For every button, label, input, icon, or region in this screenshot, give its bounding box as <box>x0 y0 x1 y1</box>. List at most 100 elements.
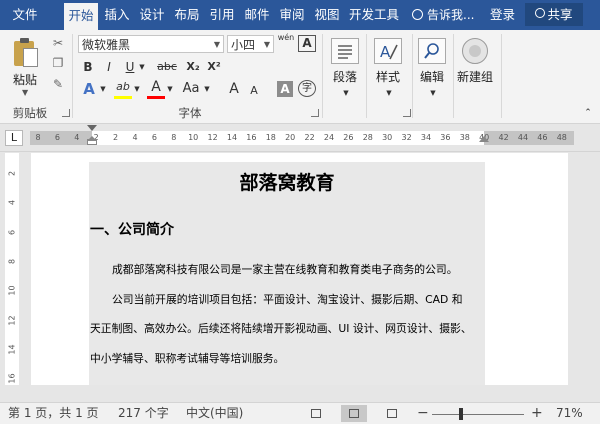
ruler-mark: 6 <box>54 133 60 142</box>
magnifier-icon[interactable] <box>418 38 446 64</box>
zoom-level[interactable]: 71% <box>556 405 583 422</box>
word-count[interactable]: 217 个字 <box>118 405 169 422</box>
format-painter-icon[interactable]: ✎ <box>50 76 66 92</box>
italic-button[interactable]: I <box>101 58 117 76</box>
page-gap <box>0 385 600 402</box>
subscript-button[interactable]: X₂ <box>184 58 202 76</box>
paste-dropdown-icon[interactable]: ▼ <box>22 88 28 97</box>
change-case-button[interactable]: Aa <box>180 80 202 98</box>
login-link[interactable]: 登录 <box>490 4 515 26</box>
doc-paragraph-2-line-3: 中小学辅导、职称考试辅导等培训服务。 <box>90 352 285 365</box>
font-color-dropdown-icon[interactable]: ▼ <box>166 80 174 98</box>
font-size-dropdown-icon[interactable]: ▼ <box>264 36 270 54</box>
character-shading-button[interactable]: A <box>277 81 293 97</box>
cut-icon[interactable]: ✂ <box>50 35 66 51</box>
font-size-box[interactable]: 小四 ▼ <box>227 35 274 53</box>
bold-button[interactable]: B <box>80 58 96 76</box>
text-effects-button[interactable]: A <box>80 80 98 98</box>
tab-review[interactable]: 审阅 <box>276 4 308 26</box>
tab-insert[interactable]: 插入 <box>101 4 133 26</box>
ruler-mark: 22 <box>304 133 315 142</box>
new-group-button[interactable]: 新建组 <box>455 68 495 85</box>
font-color-button[interactable]: A <box>147 78 165 96</box>
tab-references[interactable]: 引用 <box>206 4 238 26</box>
vertical-ruler-mark: 12 <box>7 314 17 326</box>
character-border-button[interactable]: A <box>298 35 316 52</box>
editing-dropdown-icon[interactable]: ▼ <box>428 84 438 102</box>
zoom-slider-track[interactable] <box>432 414 524 415</box>
phonetic-guide-button[interactable]: wén <box>276 33 296 51</box>
read-mode-icon <box>311 409 321 418</box>
paste-icon[interactable] <box>14 38 38 67</box>
zoom-slider-thumb[interactable] <box>459 408 463 420</box>
web-layout-icon <box>387 409 397 418</box>
paragraph-icon[interactable] <box>331 38 359 64</box>
tab-developer[interactable]: 开发工具 <box>346 4 402 26</box>
ruler-mark: 6 <box>151 133 157 142</box>
tell-me-text: 告诉我... <box>427 8 475 22</box>
enclose-character-button[interactable]: 字 <box>298 80 316 97</box>
hanging-indent-marker[interactable] <box>87 136 97 141</box>
superscript-button[interactable]: X² <box>205 58 223 76</box>
share-button[interactable]: 共享 <box>525 3 583 26</box>
highlight-button[interactable]: ab <box>114 78 132 96</box>
first-line-indent-marker[interactable] <box>87 125 97 131</box>
new-group-icon[interactable] <box>462 38 488 64</box>
vertical-ruler-mark: 8 <box>7 258 17 264</box>
shrink-font-button[interactable]: A <box>246 82 262 100</box>
horizontal-ruler[interactable]: 8 6 4 2 2 4 6 8 10 12 14 16 18 20 22 24 26 28 30 32 34 36 38 40… <box>30 131 574 145</box>
font-color-bar <box>147 96 165 99</box>
ruler-mark: 36 <box>440 133 451 142</box>
ruler-mark: 44 <box>517 133 529 142</box>
tab-design[interactable]: 设计 <box>136 4 168 26</box>
page-count[interactable]: 第 1 页，共 1 页 <box>8 405 99 422</box>
ruler-mark: 48 <box>556 133 567 142</box>
styles-button[interactable]: 样式 <box>372 68 404 85</box>
vertical-ruler[interactable]: 2 4 6 8 10 12 14 16 <box>5 153 19 385</box>
editing-button[interactable]: 编辑 <box>416 68 448 85</box>
tab-layout[interactable]: 布局 <box>171 4 203 26</box>
change-case-dropdown-icon[interactable]: ▼ <box>203 80 211 98</box>
doc-paragraph-2-line-2: 天正制图、高效办公。后续还将陆续增开影视动画、UI 设计、网页设计、摄影、 <box>90 322 472 335</box>
grow-font-button[interactable]: A <box>225 80 243 98</box>
ruler-mark: 4 <box>132 133 138 142</box>
tab-selector[interactable]: L <box>5 130 23 146</box>
styles-launcher-icon[interactable] <box>403 109 411 117</box>
copy-icon[interactable]: ❐ <box>50 55 66 71</box>
font-name-dropdown-icon[interactable]: ▼ <box>214 36 220 54</box>
tab-file[interactable]: 文件 <box>6 4 44 26</box>
right-indent-marker[interactable] <box>479 136 489 142</box>
status-bar: 第 1 页，共 1 页 217 个字 中文(中国) − + 71% <box>0 402 600 424</box>
paragraph-button[interactable]: 段落 <box>329 68 361 85</box>
tell-me-box[interactable]: 告诉我... <box>412 4 474 26</box>
text-effects-dropdown-icon[interactable]: ▼ <box>99 80 107 98</box>
paste-button[interactable]: 粘贴 <box>13 71 37 88</box>
vertical-ruler-mark: 2 <box>7 170 17 177</box>
print-layout-button[interactable] <box>341 405 367 422</box>
read-mode-button[interactable] <box>303 405 329 422</box>
font-launcher-icon[interactable] <box>311 109 319 117</box>
tab-home[interactable]: 开始 <box>64 3 98 30</box>
clipboard-launcher-icon[interactable] <box>62 109 70 117</box>
strikethrough-button[interactable]: abc <box>155 58 179 76</box>
underline-dropdown-icon[interactable]: ▼ <box>138 58 146 76</box>
styles-dropdown-icon[interactable]: ▼ <box>384 84 394 102</box>
zoom-out-button[interactable]: − <box>417 405 429 422</box>
tab-view[interactable]: 视图 <box>311 4 343 26</box>
vertical-ruler-mark: 6 <box>7 229 17 235</box>
ruler-mark: 46 <box>537 133 548 142</box>
doc-paragraph-1: 成都部落窝科技有限公司是一家主营在线教育和教育类电子商务的公司。 <box>112 263 458 276</box>
document-page[interactable]: 部落窝教育 一、公司简介 成都部落窝科技有限公司是一家主营在线教育和教育类电子商… <box>31 153 568 385</box>
font-name-box[interactable]: 微软雅黑 ▼ <box>78 35 224 53</box>
highlight-dropdown-icon[interactable]: ▼ <box>133 80 141 98</box>
styles-icon[interactable]: A <box>374 38 402 64</box>
svg-text:A: A <box>380 43 391 61</box>
underline-button[interactable]: U <box>122 58 138 76</box>
collapse-ribbon-icon[interactable]: ⌃ <box>582 104 594 122</box>
ruler-mark: 14 <box>226 133 238 142</box>
zoom-in-button[interactable]: + <box>531 405 543 422</box>
language-indicator[interactable]: 中文(中国) <box>186 405 243 422</box>
web-layout-button[interactable] <box>379 405 405 422</box>
tab-mailings[interactable]: 邮件 <box>241 4 273 26</box>
paragraph-dropdown-icon[interactable]: ▼ <box>341 84 351 102</box>
